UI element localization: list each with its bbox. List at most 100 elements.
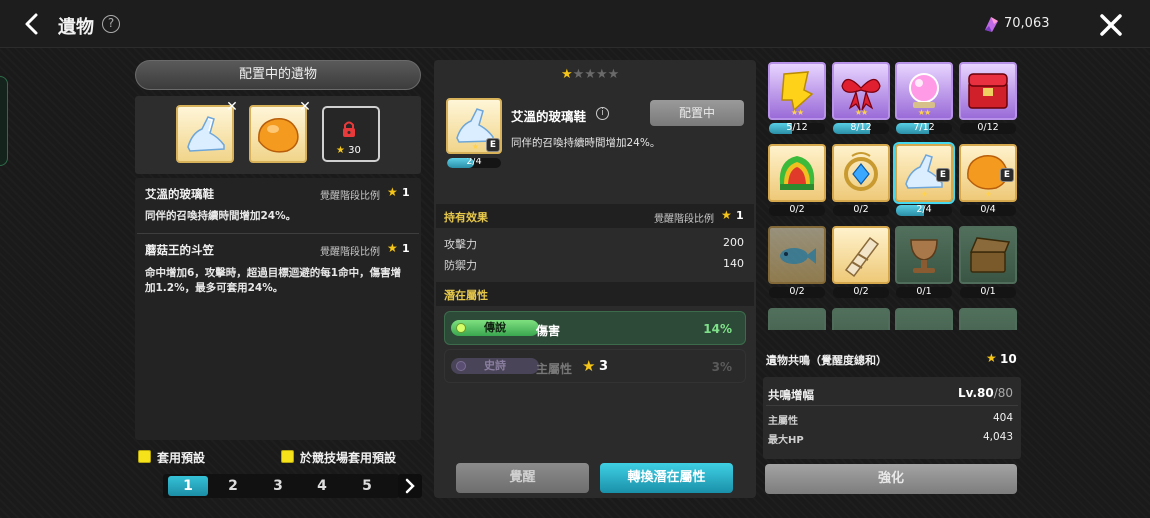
count-text: 8/12 — [850, 123, 872, 133]
count-text: 2/4 — [916, 205, 932, 215]
page-2-button[interactable]: 2 — [213, 476, 253, 496]
amp-level: Lv.80/80 — [958, 386, 1013, 400]
relic-cell[interactable] — [959, 226, 1017, 284]
info-icon[interactable]: i — [596, 107, 609, 120]
blue-gem-amulet-icon — [844, 152, 878, 191]
next-page-button[interactable] — [398, 474, 422, 498]
stat-label: 攻擊力 — [444, 238, 477, 251]
stars-mini: ★ — [984, 190, 992, 199]
latent-stat-name: 傷害 — [536, 324, 561, 338]
latent-title: 潛在屬性 — [444, 289, 488, 302]
page-1-button[interactable]: 1 — [168, 476, 208, 496]
page-title: 遺物 — [58, 17, 94, 38]
relic-cell[interactable] — [832, 144, 890, 202]
star-filled-icon: ★ — [561, 67, 573, 82]
detail-count-text: 2/4 — [466, 158, 482, 167]
relic-cell[interactable] — [895, 308, 953, 330]
remove-glass-slipper-button[interactable]: ✕ — [225, 100, 239, 114]
arena-preset-label: 於競技場套用預設 — [300, 451, 397, 465]
grade-dot-icon — [456, 361, 466, 371]
star-empty-icon: ★ — [595, 67, 608, 82]
preset-label: 套用預設 — [157, 451, 206, 465]
lock-icon — [341, 120, 357, 138]
count-text: 0/1 — [916, 287, 932, 297]
relic-cell[interactable] — [832, 308, 890, 330]
relic-cell[interactable] — [768, 144, 826, 202]
count-bar: 0/1 — [960, 287, 1016, 298]
count-text: 0/2 — [853, 205, 869, 215]
star-empty-icon: ★ — [607, 67, 620, 82]
effect-description: 同伴的召喚持續時間增加24%。 — [145, 210, 297, 222]
stat-label: 防禦力 — [444, 259, 477, 272]
side-drawer-handle[interactable] — [0, 76, 8, 166]
star-icon: ★ — [721, 208, 732, 222]
count-text: 0/1 — [980, 287, 996, 297]
stat-value: 140 — [723, 257, 744, 270]
amp-stat-label: 最大HP — [768, 435, 804, 446]
unlock-requirement: ★ 30 — [336, 145, 361, 156]
count-text: 0/2 — [789, 287, 805, 297]
equip-state-button[interactable]: 配置中 — [650, 100, 744, 126]
divider — [137, 233, 419, 234]
close-button[interactable] — [1098, 12, 1124, 38]
count-bar: 0/4 — [960, 205, 1016, 216]
relic-cell[interactable] — [768, 226, 826, 284]
page-5-button[interactable]: 5 — [347, 476, 387, 496]
grade-dot-icon — [456, 323, 466, 333]
e-grade-badge: E — [936, 168, 950, 182]
currency-value: 70,063 — [1004, 16, 1050, 31]
stars-mini: ★ — [471, 142, 479, 151]
arena-preset-checkbox[interactable] — [281, 450, 294, 463]
hold-ratio-value: 1 — [736, 209, 744, 222]
red-treasure-chest-icon — [968, 73, 1008, 109]
count-text: 0/12 — [977, 123, 999, 133]
effect-ratio-value: 1 — [402, 186, 410, 199]
chevron-right-icon — [405, 478, 415, 494]
effect-ratio-label: 覺醒階段比例 — [320, 191, 380, 202]
count-text: 0/4 — [980, 205, 996, 215]
resonance-title: 遺物共鳴（覺醒度總和） — [766, 354, 887, 367]
equipped-relics-header: 配置中的遺物 — [135, 60, 421, 90]
star-rating: ★★★★★ — [561, 67, 619, 82]
remove-mushroom-cap-button[interactable]: ✕ — [298, 100, 312, 114]
divider — [766, 405, 1018, 406]
relic-cell[interactable] — [832, 226, 890, 284]
bronze-chalice-icon — [910, 239, 938, 273]
effect-ratio-label: 覺醒階段比例 — [320, 247, 380, 258]
enhance-button[interactable]: 強化 — [765, 464, 1017, 494]
effect-ratio-value: 1 — [402, 242, 410, 255]
open-chest-icon — [969, 237, 1011, 273]
preset-checkbox[interactable] — [138, 450, 151, 463]
star-icon: ★ — [387, 241, 398, 255]
count-bar: 2/4 — [896, 205, 952, 216]
latent-stat-name: 主屬性 — [536, 362, 573, 376]
question-circle-icon[interactable]: ? — [102, 15, 120, 33]
back-button[interactable] — [18, 10, 46, 38]
relic-cell[interactable] — [959, 308, 1017, 330]
page-4-button[interactable]: 4 — [302, 476, 342, 496]
detail-count-bar: 2/4 — [447, 158, 501, 168]
effect-name: 蘑菇王的斗笠 — [145, 243, 214, 257]
chevron-left-icon — [25, 13, 38, 35]
resonance-value: 10 — [1000, 352, 1017, 366]
count-bar: 0/2 — [833, 205, 889, 216]
count-text: 0/2 — [789, 205, 805, 215]
gem-icon — [982, 15, 1000, 33]
count-text: 7/12 — [913, 123, 935, 133]
relic-grid: ★★ ★★ ★★ 5/12 8/12 7/12 0/12 E E ★ ★ 0/2… — [765, 60, 1019, 330]
star-icon: ★ — [387, 185, 398, 199]
convert-latent-button[interactable]: 轉換潛在屬性 — [600, 463, 733, 493]
amp-stat-value: 4,043 — [982, 431, 1013, 443]
relic-cell[interactable] — [768, 308, 826, 330]
relic-description: 同伴的召喚持續時間增加24%。 — [511, 137, 661, 149]
page-3-button[interactable]: 3 — [258, 476, 298, 496]
bandage-scroll-icon — [844, 236, 880, 278]
amp-title: 共鳴增幅 — [768, 388, 814, 402]
amp-stat-label: 主屬性 — [768, 416, 798, 427]
latent-star-value: 3 — [599, 359, 609, 374]
awaken-button[interactable]: 覺醒 — [456, 463, 589, 493]
stars-mini: ★★ — [854, 108, 868, 117]
relic-cell[interactable] — [959, 62, 1017, 120]
relic-cell[interactable] — [895, 226, 953, 284]
glass-slipper-icon — [187, 116, 225, 152]
